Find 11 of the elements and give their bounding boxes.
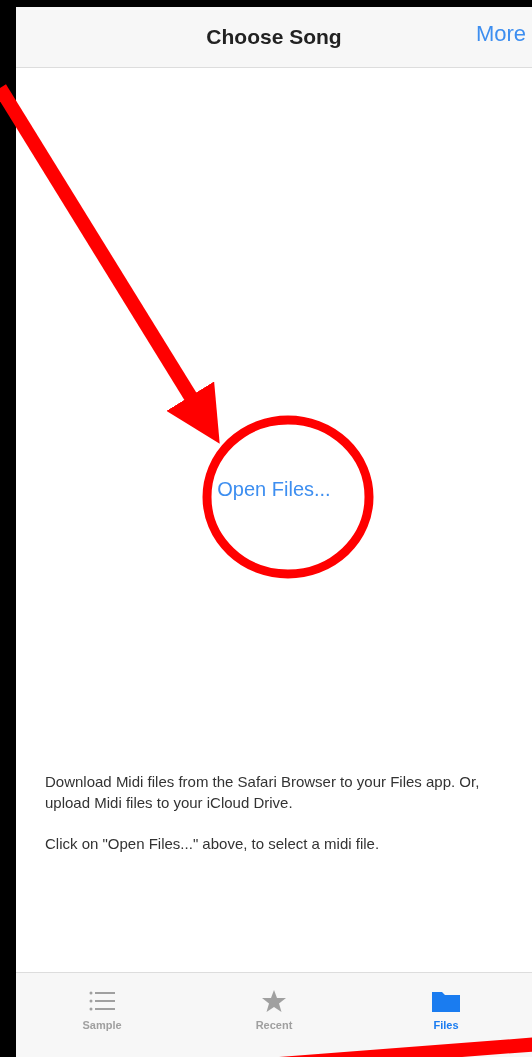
instruction-text: Download Midi files from the Safari Browser to your Files app. Or, upload Midi files to your iCloud Drive. bbox=[45, 772, 481, 813]
tab[interactable]: Sample bbox=[16, 973, 188, 1057]
list-icon bbox=[88, 989, 116, 1013]
screen-title: Choose Song bbox=[206, 25, 342, 49]
instruction-text: Click on "Open Files..." above, to select a midi file. bbox=[45, 834, 381, 854]
folder-icon bbox=[431, 989, 461, 1013]
more-button[interactable]: More bbox=[475, 21, 526, 47]
tab[interactable]: Files bbox=[360, 973, 532, 1057]
open-files-link[interactable]: Open Files... bbox=[217, 478, 331, 501]
tab[interactable]: Recent bbox=[188, 973, 360, 1057]
star-icon bbox=[261, 989, 287, 1013]
